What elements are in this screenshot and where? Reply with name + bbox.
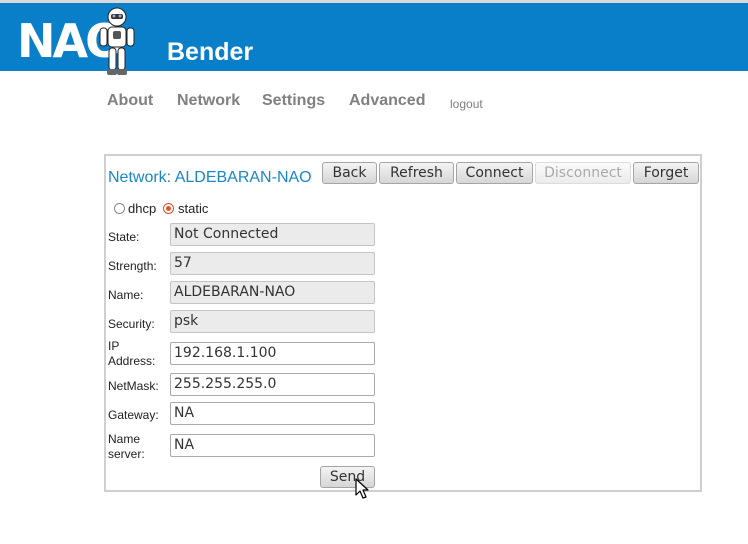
nameserver-input[interactable]: NA xyxy=(170,434,375,457)
dhcp-label: dhcp xyxy=(128,201,157,216)
nav-logout[interactable]: logout xyxy=(450,93,483,115)
forget-button[interactable]: Forget xyxy=(633,162,699,184)
refresh-button[interactable]: Refresh xyxy=(379,162,454,184)
nameserver-label-line2: server: xyxy=(108,447,145,461)
static-label: static xyxy=(178,201,209,216)
state-field: Not Connected xyxy=(170,223,375,246)
nav-network[interactable]: Network xyxy=(177,90,240,112)
gateway-label: Gateway: xyxy=(108,408,159,422)
header: NAO Bender xyxy=(0,3,748,75)
disconnect-button[interactable]: Disconnect xyxy=(535,162,631,184)
mouse-pointer-icon xyxy=(355,478,369,499)
name-field: ALDEBARAN-NAO xyxy=(170,281,375,304)
robot-name-title: Bender xyxy=(167,38,254,66)
name-label: Name: xyxy=(108,288,144,302)
static-radio[interactable] xyxy=(163,203,174,214)
security-field: psk xyxy=(170,310,375,333)
netmask-input[interactable]: 255.255.255.0 xyxy=(170,373,375,396)
back-button[interactable]: Back xyxy=(322,162,377,184)
network-title: Network: ALDEBARAN-NAO xyxy=(108,169,312,186)
network-panel: Network: ALDEBARAN-NAO Back Refresh Conn… xyxy=(104,154,702,499)
nav-about[interactable]: About xyxy=(107,90,153,112)
security-label: Security: xyxy=(108,317,155,331)
gateway-input[interactable]: NA xyxy=(170,402,375,425)
ip-label-line2: Address: xyxy=(108,354,156,368)
connect-button[interactable]: Connect xyxy=(456,162,533,184)
nameserver-label-line1: Name xyxy=(108,432,141,446)
dhcp-radio[interactable] xyxy=(114,203,125,214)
strength-field: 57 xyxy=(170,252,375,275)
strength-label: Strength: xyxy=(108,259,157,273)
nav-settings[interactable]: Settings xyxy=(262,90,325,112)
nav-advanced[interactable]: Advanced xyxy=(349,90,425,112)
netmask-label: NetMask: xyxy=(108,379,159,393)
nao-robot-icon xyxy=(99,7,135,75)
state-label: State: xyxy=(108,230,140,244)
ip-label-line1: IP xyxy=(108,339,120,353)
ip-address-input[interactable]: 192.168.1.100 xyxy=(170,342,375,365)
